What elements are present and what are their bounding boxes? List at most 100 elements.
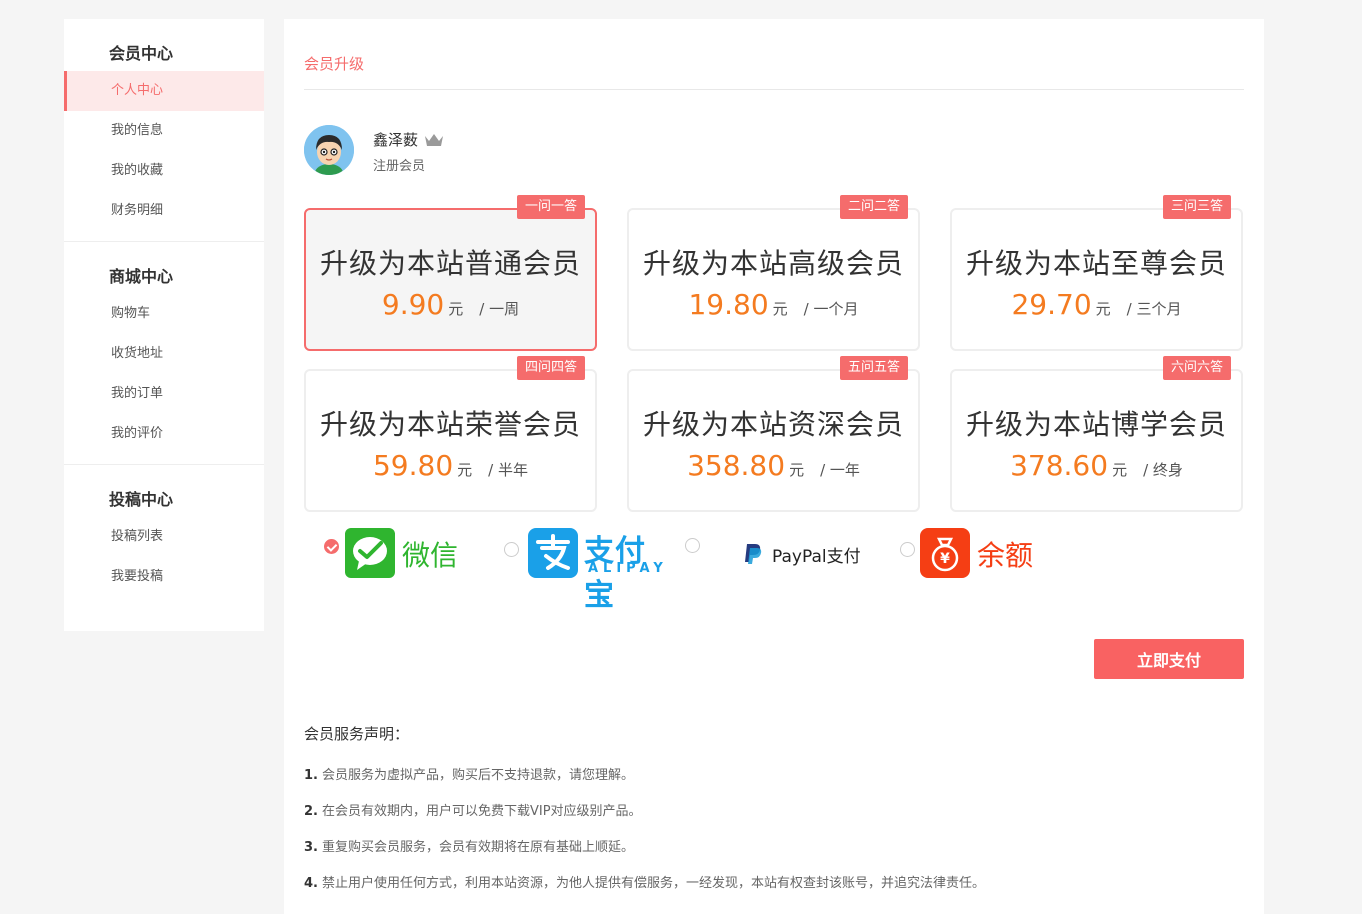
notice-item: 2. 在会员有效期内，用户可以免费下载VIP对应级别产品。 [304, 794, 985, 830]
payment-methods: 微信 支付宝 ALIPAY PayPal支付 ¥ 余额 [304, 514, 1244, 642]
plan-price: 378.60 [1010, 449, 1109, 482]
plan-period: / 三个月 [1126, 300, 1182, 318]
plan-card-senior[interactable]: 五问五答 升级为本站资深会员 358.80 元 / 一年 [627, 356, 920, 512]
crown-icon [424, 133, 444, 151]
plan-period: / 半年 [488, 461, 528, 479]
alipay-icon [528, 528, 578, 578]
payment-radio-alipay[interactable] [504, 542, 519, 557]
payment-radio-paypal[interactable] [685, 538, 700, 553]
svg-text:¥: ¥ [940, 551, 950, 567]
plan-unit: 元 [1095, 300, 1111, 318]
notice-number: 3. [304, 840, 318, 855]
plan-price-row: 29.70 元 / 三个月 [952, 288, 1241, 321]
main-panel: 会员升级 鑫泽薮 注册会员 一问一答 升级为本站普通会员 9.90 元 / 一周… [284, 19, 1264, 914]
notice-number: 2. [304, 804, 318, 819]
payment-radio-wechat[interactable] [324, 539, 339, 554]
money-bag-icon: ¥ [920, 528, 970, 578]
sidebar-item-submit[interactable]: 我要投稿 [64, 557, 264, 597]
sidebar-group-mall: 商城中心 购物车 收货地址 我的订单 我的评价 [64, 242, 264, 465]
plan-price: 358.80 [687, 449, 786, 482]
plan-price: 59.80 [372, 449, 454, 482]
plan-unit: 元 [1112, 461, 1128, 479]
plan-title: 升级为本站普通会员 [319, 247, 581, 280]
notice-item: 1. 会员服务为虚拟产品，购买后不支持退款，请您理解。 [304, 758, 985, 794]
plan-price: 9.90 [381, 288, 445, 321]
balance-label: 余额 [977, 539, 1034, 572]
sidebar-group-title: 商城中心 [109, 267, 174, 286]
plan-price: 29.70 [1011, 288, 1092, 321]
plan-tag: 四问四答 [516, 356, 585, 380]
plan-card-advanced[interactable]: 二问二答 升级为本站高级会员 19.80 元 / 一个月 [627, 195, 920, 351]
user-role: 注册会员 [373, 159, 426, 174]
notice-text: 禁止用户使用任何方式，利用本站资源，为他人提供有偿服务，一经发现，本站有权查封该… [321, 876, 985, 891]
notice-text: 重复购买会员服务，会员有效期将在原有基础上顺延。 [321, 840, 634, 855]
plan-price-row: 59.80 元 / 半年 [306, 449, 595, 482]
sidebar: 会员中心 个人中心 我的信息 我的收藏 财务明细 商城中心 购物车 收货地址 我… [64, 19, 264, 631]
payment-option-wechat[interactable]: 微信 [324, 528, 484, 588]
plan-price: 19.80 [688, 288, 769, 321]
notice-item: 3. 重复购买会员服务，会员有效期将在原有基础上顺延。 [304, 830, 985, 866]
notice-item: 4. 禁止用户使用任何方式，利用本站资源，为他人提供有偿服务，一经发现，本站有权查… [304, 866, 985, 902]
alipay-label-en: ALIPAY [588, 561, 668, 576]
plan-unit: 元 [789, 461, 805, 479]
notice-title: 会员服务声明： [304, 725, 410, 743]
plan-card-basic[interactable]: 一问一答 升级为本站普通会员 9.90 元 / 一周 [304, 195, 597, 351]
notice-text: 会员服务为虚拟产品，购买后不支持退款，请您理解。 [321, 768, 634, 783]
plan-price-row: 378.60 元 / 终身 [952, 449, 1241, 482]
plan-card-scholar[interactable]: 六问六答 升级为本站博学会员 378.60 元 / 终身 [950, 356, 1243, 512]
plan-card-honor[interactable]: 四问四答 升级为本站荣誉会员 59.80 元 / 半年 [304, 356, 597, 512]
paypal-label: PayPal支付 [772, 547, 861, 567]
sidebar-item-reviews[interactable]: 我的评价 [64, 414, 264, 454]
plan-unit: 元 [448, 300, 464, 318]
plan-price-row: 19.80 元 / 一个月 [629, 288, 918, 321]
plan-title: 升级为本站高级会员 [642, 247, 904, 280]
plan-period: / 一周 [479, 300, 520, 318]
plan-price-row: 358.80 元 / 一年 [629, 449, 918, 482]
sidebar-group-submission: 投稿中心 投稿列表 我要投稿 [64, 465, 264, 607]
sidebar-group-title: 投稿中心 [109, 490, 174, 509]
sidebar-group-member: 会员中心 个人中心 我的信息 我的收藏 财务明细 [64, 19, 264, 242]
plan-title: 升级为本站荣誉会员 [319, 408, 581, 441]
page-title: 会员升级 [304, 19, 1244, 90]
sidebar-item-personal-center[interactable]: 个人中心 [64, 71, 264, 111]
sidebar-item-address[interactable]: 收货地址 [64, 334, 264, 374]
wechat-label: 微信 [402, 539, 459, 572]
sidebar-item-orders[interactable]: 我的订单 [64, 374, 264, 414]
service-notice: 会员服务声明： 1. 会员服务为虚拟产品，购买后不支持退款，请您理解。 2. 在会员… [304, 723, 985, 902]
user-name: 鑫泽薮 [373, 129, 444, 151]
paypal-icon [745, 544, 762, 564]
sidebar-item-submission-list[interactable]: 投稿列表 [64, 517, 264, 557]
plan-tag: 一问一答 [516, 195, 585, 219]
plan-period: / 一年 [820, 461, 860, 479]
payment-option-paypal[interactable]: PayPal支付 [685, 528, 885, 588]
notice-number: 4. [304, 876, 318, 891]
wechat-icon [345, 528, 395, 578]
pay-now-button[interactable]: 立即支付 [1094, 639, 1244, 679]
plan-unit: 元 [457, 461, 473, 479]
plan-price-row: 9.90 元 / 一周 [306, 288, 595, 321]
sidebar-item-my-info[interactable]: 我的信息 [64, 111, 264, 151]
plan-title: 升级为本站资深会员 [642, 408, 904, 441]
sidebar-item-finance[interactable]: 财务明细 [64, 191, 264, 231]
notice-text: 在会员有效期内，用户可以免费下载VIP对应级别产品。 [321, 804, 642, 819]
plan-title: 升级为本站至尊会员 [965, 247, 1227, 280]
sidebar-group-title: 会员中心 [109, 44, 174, 63]
notice-number: 1. [304, 768, 318, 783]
user-info: 鑫泽薮 注册会员 [304, 90, 1244, 208]
avatar [304, 125, 354, 175]
plan-card-supreme[interactable]: 三问三答 升级为本站至尊会员 29.70 元 / 三个月 [950, 195, 1243, 351]
payment-option-alipay[interactable]: 支付宝 ALIPAY [504, 528, 674, 613]
plan-period: / 终身 [1143, 461, 1183, 479]
plan-grid: 一问一答 升级为本站普通会员 9.90 元 / 一周 二问二答 升级为本站高级会员 … [304, 195, 1244, 514]
plan-title: 升级为本站博学会员 [965, 408, 1227, 441]
sidebar-item-favorites[interactable]: 我的收藏 [64, 151, 264, 191]
plan-tag: 三问三答 [1162, 195, 1231, 219]
plan-tag: 六问六答 [1162, 356, 1231, 380]
sidebar-item-cart[interactable]: 购物车 [64, 294, 264, 334]
plan-unit: 元 [772, 300, 788, 318]
payment-option-balance[interactable]: ¥ 余额 [900, 528, 1060, 588]
user-name-text: 鑫泽薮 [373, 131, 419, 149]
plan-tag: 五问五答 [839, 356, 908, 380]
plan-period: / 一个月 [803, 300, 859, 318]
payment-radio-balance[interactable] [900, 542, 915, 557]
